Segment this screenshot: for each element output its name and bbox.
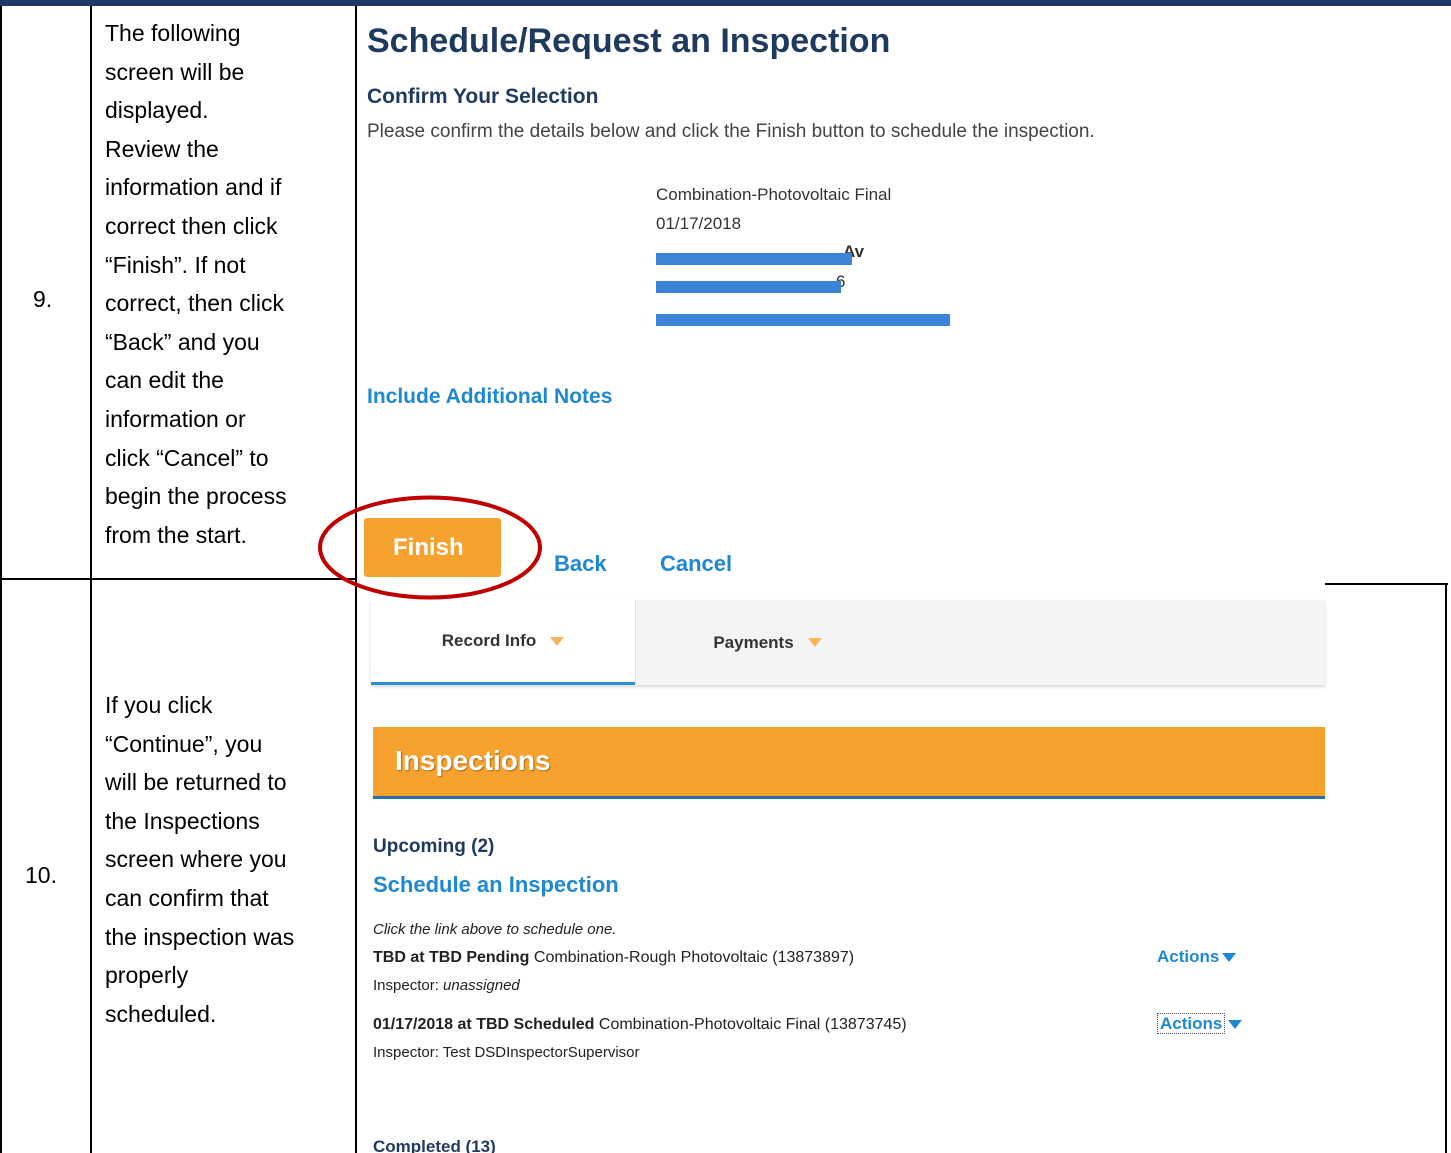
page-title: Schedule/Request an Inspection — [367, 22, 891, 60]
document-top-border — [0, 0, 1451, 6]
upcoming-heading: Upcoming (2) — [373, 836, 495, 857]
inspector-label: Inspector: — [373, 977, 444, 994]
section-title: Inspections — [395, 745, 551, 776]
inspection-description: Combination-Rough Photovoltaic (13873897… — [533, 949, 855, 966]
instruction-line: Review the — [105, 135, 219, 162]
inspection-row: TBD at TBD Pending Combination-Rough Pho… — [373, 949, 854, 967]
hint-text: Click the link above to schedule one. — [373, 921, 617, 938]
inspector-line: Inspector: Test DSDInspectorSupervisor — [373, 1044, 640, 1061]
redaction-bar — [656, 253, 852, 265]
inspection-description: Combination-Photovoltaic Final (13873745… — [598, 1016, 907, 1033]
instruction-line: screen will be — [105, 58, 245, 85]
table-border-right — [1445, 583, 1447, 1153]
inspection-status: 01/17/2018 at TBD Scheduled — [373, 1016, 595, 1033]
inspector-name: unassigned — [443, 977, 520, 994]
instruction-line: can edit the — [105, 367, 224, 394]
chevron-down-icon — [1222, 953, 1237, 963]
completed-heading: Completed (13) — [373, 1137, 496, 1153]
actions-menu-button[interactable]: Actions — [1157, 947, 1237, 967]
include-additional-notes-link[interactable]: Include Additional Notes — [367, 385, 612, 409]
chevron-down-icon — [550, 636, 565, 646]
inspector-label: Inspector: — [373, 1044, 443, 1061]
instruction-line: “Back” and you — [105, 328, 260, 355]
instruction-line: the inspection was — [105, 923, 295, 950]
inspector-line: Inspector: unassigned — [373, 977, 520, 994]
actions-label: Actions — [1157, 947, 1220, 966]
instruction-line: displayed. — [105, 97, 209, 124]
finish-button[interactable]: Finish — [364, 518, 501, 577]
tab-label: Payments — [713, 632, 794, 652]
record-tab-bar: Record Info Payments — [371, 600, 1325, 685]
cancel-link[interactable]: Cancel — [660, 551, 732, 577]
inspection-status: TBD at TBD Pending — [373, 949, 530, 966]
inspections-section-header: Inspections — [373, 727, 1325, 799]
inspection-date: 01/17/2018 — [656, 214, 742, 233]
instruction-line: properly — [105, 962, 189, 989]
instruction-line: can confirm that — [105, 884, 269, 911]
instruction-line: If you click — [105, 692, 213, 718]
instruction-line: “Continue”, you — [105, 730, 263, 757]
back-link[interactable]: Back — [554, 551, 607, 577]
schedule-inspection-link[interactable]: Schedule an Inspection — [373, 872, 619, 898]
chevron-down-icon — [1228, 1020, 1243, 1030]
tab-label: Record Info — [441, 631, 537, 650]
step-number: 9. — [33, 286, 53, 312]
table-row-divider-right — [1325, 583, 1448, 585]
inspector-name: Test DSDInspectorSupervisor — [442, 1044, 640, 1061]
instruction-line: correct then click — [105, 212, 278, 239]
confirm-description: Please confirm the details below and cli… — [367, 121, 1095, 142]
instruction-line: click “Cancel” to — [105, 444, 269, 471]
tab-payments[interactable]: Payments — [635, 600, 899, 685]
section-subtitle: Confirm Your Selection — [367, 85, 599, 108]
tab-record-info[interactable]: Record Info — [371, 600, 635, 685]
instruction-line: begin the process — [105, 483, 287, 510]
redaction-bar — [656, 281, 841, 293]
instruction-line: information and if — [105, 174, 282, 201]
chevron-down-icon — [807, 638, 822, 647]
actions-menu-button[interactable]: Actions — [1157, 1013, 1243, 1034]
step-instructions: If you click “Continue”, you will be retur… — [105, 686, 337, 1033]
instruction-line: information or — [105, 405, 246, 432]
step-number: 10. — [25, 862, 57, 888]
instruction-line: scheduled. — [105, 1000, 217, 1027]
instruction-line: correct, then click — [105, 290, 284, 317]
inspection-type: Combination-Photovoltaic Final — [656, 185, 892, 204]
instruction-line: The following — [105, 20, 241, 46]
step-instructions: The following screen will be displayed. Rev… — [105, 14, 337, 554]
table-row-divider — [0, 578, 357, 580]
instruction-line: from the start. — [105, 521, 247, 548]
redaction-bar — [656, 314, 950, 326]
inspection-row: 01/17/2018 at TBD Scheduled Combination-… — [373, 1016, 907, 1034]
instruction-line: will be returned to — [105, 769, 287, 796]
instruction-line: the Inspections — [105, 807, 260, 834]
actions-label: Actions — [1157, 1013, 1226, 1034]
instruction-line: screen where you — [105, 846, 287, 873]
instruction-line: “Finish”. If not — [105, 251, 246, 278]
